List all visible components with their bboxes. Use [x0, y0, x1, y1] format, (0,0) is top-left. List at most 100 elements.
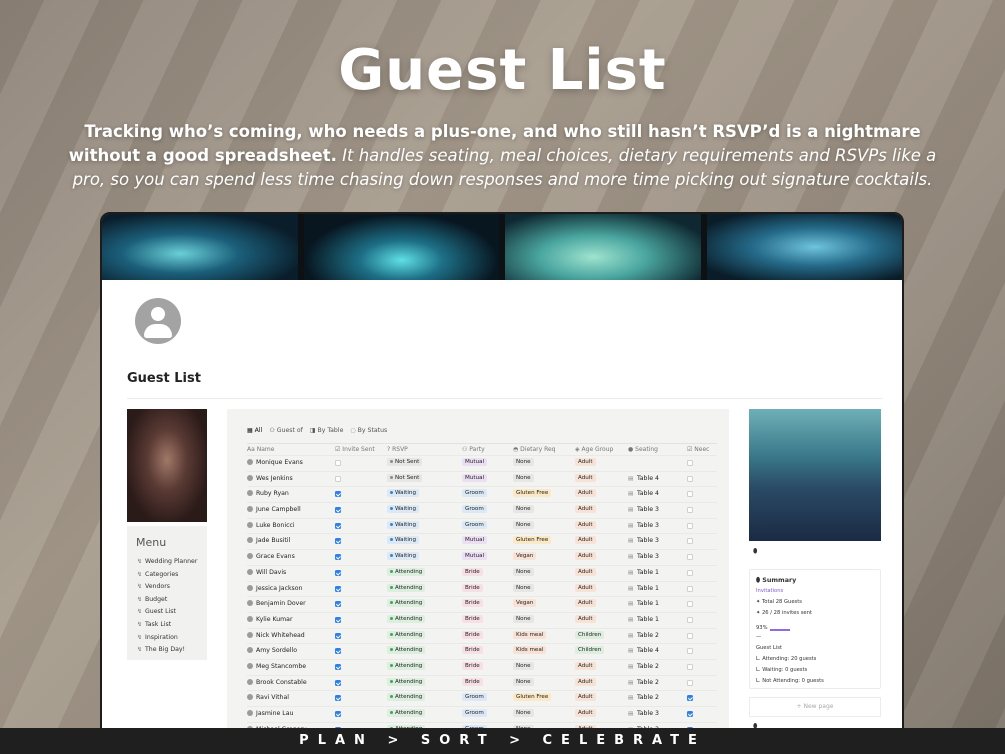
dietary-cell[interactable]: None — [513, 472, 534, 486]
seating-cell[interactable]: ▤ Table 2 — [628, 691, 659, 705]
new-page-button[interactable]: + New page — [749, 697, 881, 717]
rsvp-status[interactable]: Attending — [387, 629, 426, 643]
guest-name[interactable]: Jade Busitil — [247, 534, 290, 548]
guest-name[interactable]: Jessica Jackson — [247, 582, 303, 596]
party-cell[interactable]: Bride — [462, 644, 483, 658]
age-group-cell[interactable]: Children — [575, 629, 605, 643]
rsvp-status[interactable]: Attending — [387, 707, 426, 721]
need-checkbox[interactable] — [687, 663, 693, 670]
seating-cell[interactable]: ▤ Table 1 — [628, 582, 659, 596]
age-group-cell[interactable]: Adult — [575, 472, 596, 486]
age-group-cell[interactable]: Adult — [575, 691, 596, 705]
table-row[interactable]: Meg Stancombe Attending Bride None Adult ▤ Tab… — [247, 658, 717, 675]
rsvp-status[interactable]: Attending — [387, 582, 426, 596]
table-row[interactable]: Luke Bonicci Waiting Groom None Adult ▤ Table … — [247, 517, 717, 534]
age-group-cell[interactable]: Adult — [575, 676, 596, 690]
rsvp-status[interactable]: Waiting — [387, 503, 419, 517]
need-checkbox[interactable] — [687, 491, 693, 498]
dietary-cell[interactable]: None — [513, 707, 534, 721]
menu-item-inspiration[interactable]: ↯ Inspiration — [137, 634, 178, 641]
age-group-cell[interactable]: Adult — [575, 550, 596, 564]
seating-cell[interactable]: ▤ Table 2 — [628, 660, 659, 674]
invite-sent-checkbox[interactable] — [335, 538, 341, 545]
invite-sent-checkbox[interactable] — [335, 585, 341, 592]
rsvp-status[interactable]: Not Sent — [387, 472, 423, 486]
party-cell[interactable]: Mutual — [462, 456, 488, 470]
menu-item-guest-list[interactable]: ↯ Guest List — [137, 608, 176, 615]
need-checkbox[interactable] — [687, 569, 693, 576]
dietary-cell[interactable]: Gluten Free — [513, 691, 552, 705]
table-row[interactable]: Will Davis Attending Bride None Adult ▤ Table … — [247, 564, 717, 581]
guest-name[interactable]: Will Davis — [247, 566, 286, 580]
guest-name[interactable]: Ruby Ryan — [247, 487, 289, 501]
need-checkbox[interactable] — [687, 616, 693, 623]
guest-name[interactable]: Jasmine Lau — [247, 707, 293, 721]
age-group-cell[interactable]: Adult — [575, 503, 596, 517]
menu-item-the-big-day[interactable]: ↯ The Big Day! — [137, 646, 185, 653]
party-cell[interactable]: Groom — [462, 707, 487, 721]
rsvp-status[interactable]: Waiting — [387, 487, 419, 501]
party-cell[interactable]: Bride — [462, 676, 483, 690]
party-cell[interactable]: Groom — [462, 503, 487, 517]
invite-sent-checkbox[interactable] — [335, 460, 341, 466]
invite-sent-checkbox[interactable] — [335, 554, 341, 561]
table-row[interactable]: Wes Jenkins Not Sent Mutual None Adult ▤ Table… — [247, 470, 717, 487]
age-group-cell[interactable]: Adult — [575, 582, 596, 596]
seating-cell[interactable]: ▤ Table 1 — [628, 613, 659, 627]
dietary-cell[interactable]: Kids meal — [513, 644, 547, 658]
rsvp-status[interactable]: Attending — [387, 613, 426, 627]
invite-sent-checkbox[interactable] — [335, 569, 341, 576]
need-checkbox[interactable] — [687, 585, 693, 592]
guest-name[interactable]: Monique Evans — [247, 456, 303, 470]
tab-by-table[interactable]: ◨ By Table — [310, 427, 344, 434]
rsvp-status[interactable]: Waiting — [387, 519, 419, 533]
page-icon[interactable] — [135, 298, 181, 344]
tab-guest-of[interactable]: ⚇ Guest of — [269, 427, 303, 434]
party-cell[interactable]: Bride — [462, 597, 483, 611]
guest-name[interactable]: Ravi Vithal — [247, 691, 289, 705]
dietary-cell[interactable]: Gluten Free — [513, 487, 552, 501]
table-row[interactable]: Grace Evans Waiting Mutual Vegan Adult ▤ Table… — [247, 549, 717, 565]
rsvp-status[interactable]: Waiting — [387, 534, 419, 548]
age-group-cell[interactable]: Adult — [575, 597, 596, 611]
guest-name[interactable]: Meg Stancombe — [247, 660, 306, 674]
menu-item-vendors[interactable]: ↯ Vendors — [137, 583, 170, 590]
age-group-cell[interactable]: Adult — [575, 519, 596, 533]
age-group-cell[interactable]: Adult — [575, 487, 596, 501]
party-cell[interactable]: Bride — [462, 660, 483, 674]
seating-cell[interactable]: ▤ Table 4 — [628, 644, 659, 658]
invite-sent-checkbox[interactable] — [335, 475, 341, 482]
table-row[interactable]: Nick Whitehead Attending Bride Kids meal Chi… — [247, 627, 717, 644]
party-cell[interactable]: Bride — [462, 629, 483, 643]
table-row[interactable]: Kylie Kumar Attending Bride None Adult ▤ Table… — [247, 611, 717, 628]
dietary-cell[interactable]: Vegan — [513, 550, 537, 564]
rsvp-status[interactable]: Not Sent — [387, 456, 423, 470]
guest-name[interactable]: Wes Jenkins — [247, 472, 293, 486]
invite-sent-checkbox[interactable] — [335, 616, 341, 623]
table-row[interactable]: Monique Evans Not Sent Mutual None Adult — [247, 455, 717, 471]
menu-item-budget[interactable]: ↯ Budget — [137, 596, 167, 603]
table-row[interactable]: Ruby Ryan Waiting Groom Gluten Free Adult ▤ Ta… — [247, 486, 717, 502]
rsvp-status[interactable]: Attending — [387, 691, 426, 705]
guest-name[interactable]: Amy Sordello — [247, 644, 297, 658]
table-row[interactable]: Jasmine Lau Attending Groom None Adult ▤ Table… — [247, 706, 717, 722]
invite-sent-checkbox[interactable] — [335, 648, 341, 655]
table-row[interactable]: Brook Constable Attending Bride None Adult ▤ T… — [247, 674, 717, 691]
seating-cell[interactable]: ▤Table 3 — [628, 550, 659, 564]
table-row[interactable]: Amy Sordello Attending Bride Kids meal Child… — [247, 643, 717, 659]
dietary-cell[interactable]: None — [513, 613, 534, 627]
table-row[interactable]: Ravi Vithal Attending Groom Gluten Free Adul… — [247, 690, 717, 706]
dietary-cell[interactable]: None — [513, 676, 534, 690]
rsvp-status[interactable]: Attending — [387, 660, 426, 674]
table-row[interactable]: Jade Busitil Waiting Mutual Gluten Free Adul… — [247, 533, 717, 549]
invite-sent-checkbox[interactable] — [335, 601, 341, 608]
age-group-cell[interactable]: Children — [575, 644, 605, 658]
dietary-cell[interactable]: None — [513, 660, 534, 674]
table-row[interactable]: Benjamin Dover Attending Bride Vegan Adult ▤ T… — [247, 596, 717, 612]
rsvp-status[interactable]: Attending — [387, 644, 426, 658]
menu-item-categories[interactable]: ↯ Categories — [137, 571, 178, 578]
seating-cell[interactable]: ▤Table 3 — [628, 534, 659, 548]
seating-cell[interactable]: ▤ Table 4 — [628, 487, 659, 501]
need-checkbox[interactable] — [687, 475, 693, 482]
seating-cell[interactable]: ▤ Table 1 — [628, 597, 659, 611]
